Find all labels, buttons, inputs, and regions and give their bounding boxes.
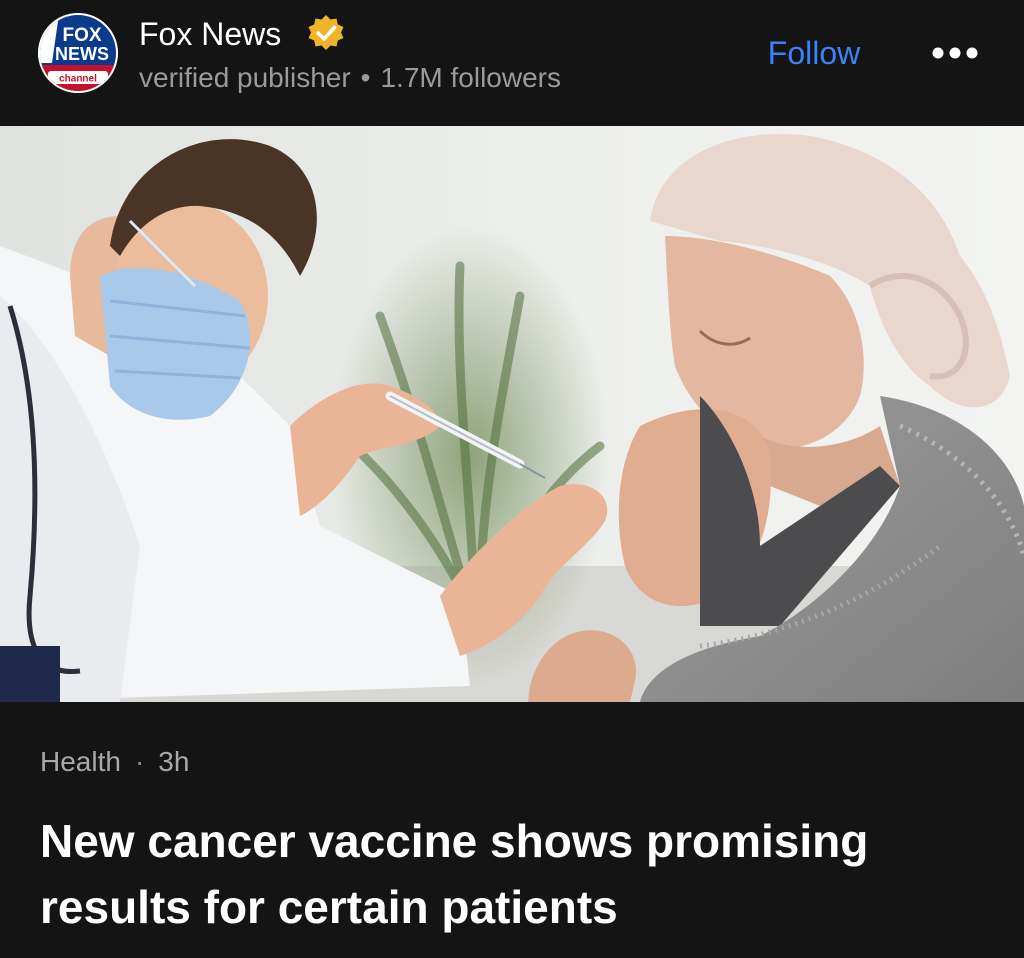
article-category[interactable]: Health (40, 746, 121, 777)
publisher-logo[interactable]: FOX NEWS channel (38, 13, 118, 93)
article-card[interactable]: FOX NEWS channel Fox News verified publi… (0, 0, 1024, 958)
followers-count: 1.7M followers (380, 62, 561, 93)
article-age: 3h (158, 746, 190, 777)
more-options-button[interactable] (924, 32, 986, 74)
meta-separator: • (360, 62, 371, 93)
publisher-name[interactable]: Fox News (139, 14, 281, 54)
follow-button[interactable]: Follow (744, 28, 884, 78)
svg-text:NEWS: NEWS (55, 44, 109, 64)
article-hero-image[interactable] (0, 126, 1024, 702)
verified-check-icon (305, 13, 347, 55)
article-headline[interactable]: New cancer vaccine shows promising resul… (40, 808, 990, 940)
publisher-header: FOX NEWS channel Fox News verified publi… (0, 0, 1024, 126)
publisher-meta: verified publisher • 1.7M followers (139, 60, 561, 96)
more-horizontal-icon (932, 47, 978, 59)
verified-publisher-label: verified publisher (139, 62, 351, 93)
meta-separator: · (134, 746, 145, 777)
article-meta: Health · 3h (40, 744, 189, 780)
svg-text:FOX: FOX (62, 25, 101, 46)
svg-text:channel: channel (59, 74, 97, 85)
